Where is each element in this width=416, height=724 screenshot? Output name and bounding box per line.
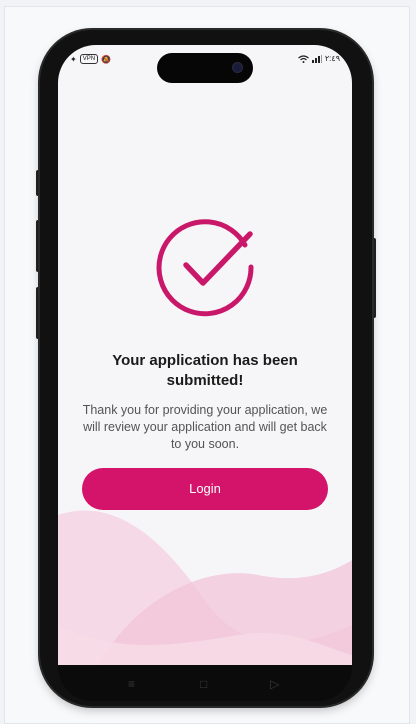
confirmation-message: Thank you for providing your application… (82, 403, 328, 451)
vpn-badge: VPN (79, 54, 99, 64)
camera-icon (232, 62, 243, 73)
wifi-icon (298, 54, 309, 63)
system-nav-bar: ≡ □ ▷ (58, 665, 352, 701)
power-button[interactable] (372, 238, 376, 318)
status-left: ✦ VPN 🔕 (70, 54, 111, 64)
status-right: ٢:٤٩ (298, 54, 340, 63)
confirmation-title: Your application has been submitted! (112, 352, 298, 389)
status-time: ٢:٤٩ (324, 54, 340, 63)
silent-icon: 🔕 (101, 54, 112, 64)
cell-signal-icon (311, 54, 322, 63)
home-icon[interactable]: □ (200, 677, 207, 691)
login-button[interactable]: Login (82, 468, 328, 510)
back-icon[interactable]: ▷ (270, 677, 279, 691)
dynamic-island (157, 53, 253, 83)
phone-screen: ✦ VPN 🔕 ٢:٤٩ Your application has been s… (58, 45, 352, 665)
signal-dot-icon: ✦ (70, 54, 77, 64)
background-waves (58, 510, 352, 665)
menu-icon[interactable]: ≡ (128, 677, 135, 691)
success-check-icon (156, 219, 254, 317)
